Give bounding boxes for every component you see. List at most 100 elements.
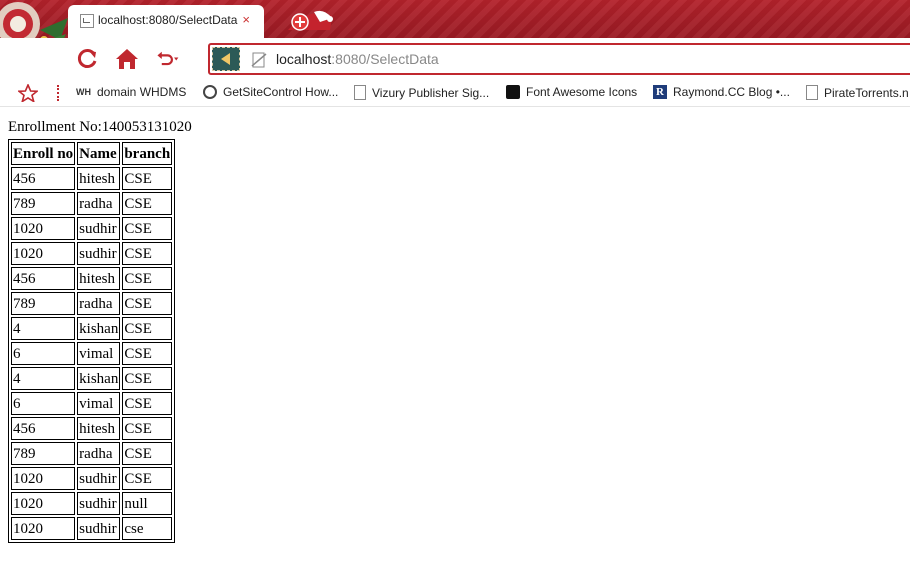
tab-selectdata[interactable]: localhost:8080/SelectData × <box>68 5 264 38</box>
cell-name: hitesh <box>77 267 121 290</box>
bookmark-raymond-cc[interactable]: R Raymond.CC Blog •... <box>653 85 790 99</box>
wh-icon: WH <box>76 87 91 97</box>
cell-branch: CSE <box>122 167 173 190</box>
cell-name: radha <box>77 292 121 315</box>
page-favicon-icon <box>80 14 94 28</box>
address-url: localhost:8080/SelectData <box>276 51 439 67</box>
address-bar[interactable]: localhost:8080/SelectData <box>208 43 910 75</box>
table-header-row: Enroll no Name branch <box>11 142 173 165</box>
home-icon[interactable] <box>114 46 140 72</box>
header-enroll-no: Enroll no <box>11 142 76 165</box>
reload-icon[interactable] <box>74 46 100 72</box>
browser-toolbar: localhost:8080/SelectData <box>0 38 910 80</box>
table-row: 4 kishan CSE <box>11 367 173 390</box>
cell-branch: cse <box>122 517 173 540</box>
tab-title: localhost:8080/SelectData <box>98 13 238 27</box>
cell-branch: CSE <box>122 442 173 465</box>
back-arrow-icon[interactable] <box>212 47 240 71</box>
table-row: 789 radha CSE <box>11 192 173 215</box>
cell-name: sudhir <box>77 517 121 540</box>
cell-name: radha <box>77 442 121 465</box>
tab-strip: localhost:8080/SelectData × <box>0 0 910 38</box>
undo-menu-icon[interactable] <box>156 46 182 72</box>
cell-enroll-no: 1020 <box>11 517 76 540</box>
cell-name: sudhir <box>77 492 121 515</box>
theme-ornament-icon <box>0 2 68 38</box>
bookmarks-bar: WH domain WHDMS GetSiteControl How... Vi… <box>0 80 910 107</box>
cell-enroll-no: 1020 <box>11 242 76 265</box>
cell-branch: CSE <box>122 392 173 415</box>
bookmark-getsitecontrol[interactable]: GetSiteControl How... <box>203 85 338 99</box>
page-icon <box>806 85 818 100</box>
cell-branch: CSE <box>122 242 173 265</box>
table-row: 6 vimal CSE <box>11 342 173 365</box>
cell-branch: null <box>122 492 173 515</box>
table-row: 456 hitesh CSE <box>11 417 173 440</box>
cell-name: kishan <box>77 367 121 390</box>
bookmark-font-awesome[interactable]: Font Awesome Icons <box>506 85 637 99</box>
cell-enroll-no: 6 <box>11 342 76 365</box>
table-row: 1020 sudhir cse <box>11 517 173 540</box>
table-row: 456 hitesh CSE <box>11 267 173 290</box>
cell-enroll-no: 789 <box>11 292 76 315</box>
table-row: 789 radha CSE <box>11 442 173 465</box>
table-row: 1020 sudhir CSE <box>11 217 173 240</box>
table-body: 456 hitesh CSE 789 radha CSE 1020 sudhir CSE 1020… <box>11 167 173 540</box>
url-path: :8080/SelectData <box>331 51 439 67</box>
cell-name: vimal <box>77 342 121 365</box>
url-host: localhost <box>276 51 332 67</box>
bookmark-label: Vizury Publisher Sig... <box>372 85 490 100</box>
cell-enroll-no: 4 <box>11 367 76 390</box>
cell-branch: CSE <box>122 342 173 365</box>
cell-enroll-no: 789 <box>11 192 76 215</box>
cell-branch: CSE <box>122 192 173 215</box>
bookmark-label: domain WHDMS <box>97 85 187 99</box>
header-branch: branch <box>122 142 173 165</box>
cell-branch: CSE <box>122 417 173 440</box>
site-icon <box>203 85 217 99</box>
student-table: Enroll no Name branch 456 hitesh CSE 789 rad… <box>8 139 176 543</box>
cell-name: hitesh <box>77 417 121 440</box>
cell-name: sudhir <box>77 467 121 490</box>
table-row: 789 radha CSE <box>11 292 173 315</box>
cell-branch: CSE <box>122 267 173 290</box>
bookmarks-separator <box>57 85 62 101</box>
table-row: 456 hitesh CSE <box>11 167 173 190</box>
table-row: 1020 sudhir CSE <box>11 467 173 490</box>
table-row: 1020 sudhir null <box>11 492 173 515</box>
cell-name: vimal <box>77 392 121 415</box>
cell-branch: CSE <box>122 292 173 315</box>
cell-name: sudhir <box>77 242 121 265</box>
cell-enroll-no: 4 <box>11 317 76 340</box>
table-row: 6 vimal CSE <box>11 392 173 415</box>
cell-name: kishan <box>77 317 121 340</box>
cell-enroll-no: 1020 <box>11 217 76 240</box>
page-icon <box>354 85 366 100</box>
cell-name: sudhir <box>77 217 121 240</box>
bookmark-piratetorrents[interactable]: PirateTorrents.n <box>806 85 909 100</box>
bookmark-domain-whdms[interactable]: WH domain WHDMS <box>76 85 186 99</box>
flag-icon <box>506 85 520 99</box>
cell-enroll-no: 1020 <box>11 467 76 490</box>
table-row: 1020 sudhir CSE <box>11 242 173 265</box>
cell-branch: CSE <box>122 467 173 490</box>
bookmark-vizury[interactable]: Vizury Publisher Sig... <box>354 85 489 100</box>
cell-branch: CSE <box>122 217 173 240</box>
enrollment-number: Enrollment No:140053131020 <box>8 119 192 135</box>
header-name: Name <box>77 142 121 165</box>
cell-enroll-no: 1020 <box>11 492 76 515</box>
table-row: 4 kishan CSE <box>11 317 173 340</box>
bookmark-label: PirateTorrents.n <box>824 85 909 100</box>
cell-branch: CSE <box>122 317 173 340</box>
tab-close-icon[interactable]: × <box>242 12 250 27</box>
new-tab-button-icon[interactable] <box>284 8 336 34</box>
r-icon: R <box>653 85 667 99</box>
cell-enroll-no: 456 <box>11 167 76 190</box>
page-content: Enrollment No:140053131020 Enroll no Nam… <box>8 118 192 543</box>
page-info-icon[interactable] <box>250 51 268 69</box>
cell-enroll-no: 6 <box>11 392 76 415</box>
bookmark-label: GetSiteControl How... <box>223 85 339 99</box>
bookmark-star-icon[interactable] <box>18 84 38 102</box>
cell-name: hitesh <box>77 167 121 190</box>
cell-enroll-no: 789 <box>11 442 76 465</box>
